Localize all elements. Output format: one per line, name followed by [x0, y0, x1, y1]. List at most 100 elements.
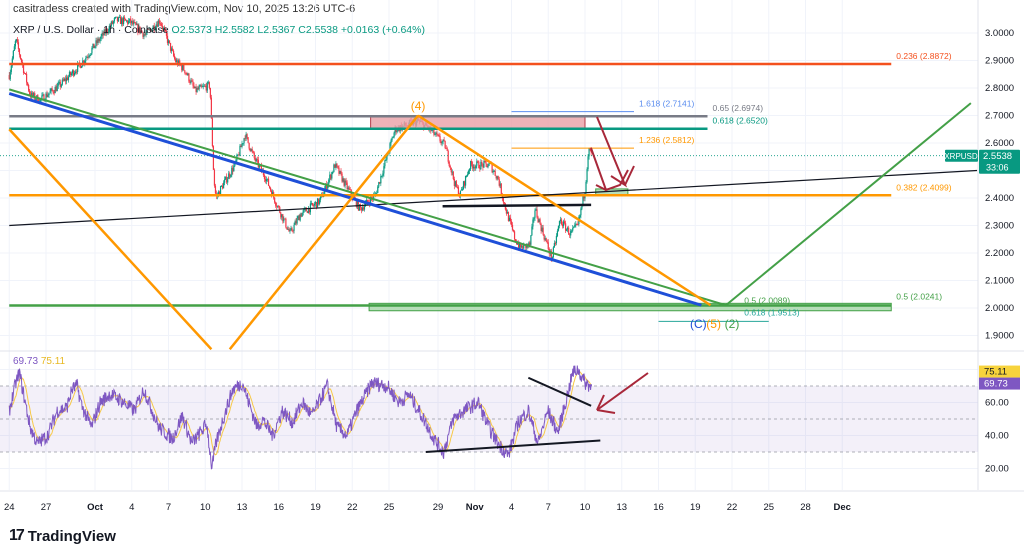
candle-body [202, 86, 204, 87]
candle-body [331, 172, 333, 179]
candle-body [377, 186, 379, 193]
candle-body [455, 181, 457, 187]
candle-body [533, 217, 535, 220]
price-change: +0.0163 (+0.64%) [340, 24, 425, 36]
candle-body [27, 82, 29, 85]
candle-body [576, 223, 578, 225]
candle-body [131, 20, 133, 24]
candle-body [220, 185, 223, 187]
fib-level-label: 0.236 (2.8872) [896, 51, 951, 61]
time-axis-label: 4 [509, 502, 514, 513]
candle-body [88, 56, 90, 57]
candle-body [17, 42, 20, 50]
candle-body [555, 235, 558, 244]
candle-body [563, 221, 566, 224]
candle-body [295, 221, 297, 224]
time-axis-label: 13 [616, 502, 627, 513]
candle-body [269, 187, 272, 191]
candle-body [207, 82, 209, 84]
candle-body [341, 173, 343, 182]
candle-body [86, 56, 88, 59]
candle-body [464, 175, 467, 186]
candle-body [391, 138, 393, 141]
candle-body [239, 145, 241, 156]
candle-body [585, 181, 587, 193]
price-axis-label: 2.7000 [985, 111, 1014, 122]
candle-body [126, 20, 128, 22]
candle-body [380, 176, 382, 184]
candle-body [61, 79, 63, 85]
candle-body [124, 17, 126, 20]
orange-leg-up [228, 114, 420, 350]
candle-body [98, 38, 100, 42]
tradingview-logo: 17 TradingView [9, 527, 116, 545]
candle-body [460, 189, 463, 191]
candle-body [487, 165, 489, 168]
candle-body [204, 85, 206, 87]
candle-body [532, 219, 534, 227]
candle-body [582, 196, 584, 205]
candle-body [196, 88, 198, 92]
candle-body [465, 175, 468, 177]
chart-canvas[interactable]: 0.236 (2.8872) 0.65 (2.6974) 0.618 (2.6520… [0, 0, 1024, 520]
candle-body [278, 205, 280, 208]
candle-body [58, 81, 60, 84]
candle-body [227, 178, 229, 183]
candle-body [431, 130, 433, 132]
candle-body [546, 241, 548, 243]
candle-body [574, 224, 576, 227]
fib-level-label: 0.618 (1.9513) [744, 307, 799, 317]
candle-body [498, 179, 500, 186]
candle-body [491, 164, 493, 173]
candle-body [385, 159, 387, 161]
candle-body [579, 215, 581, 218]
candle-body [70, 73, 73, 76]
candle-body [448, 161, 450, 167]
candle-body [242, 143, 244, 144]
candle-body [188, 73, 190, 82]
candle-body [91, 47, 93, 54]
candle-body [118, 16, 121, 18]
candle-body [246, 134, 248, 138]
candle-body [187, 73, 189, 76]
fib-level-label: 1.618 (2.7141) [639, 99, 694, 109]
main-pane [0, 14, 978, 350]
candle-body [252, 151, 254, 153]
candle-body [452, 171, 454, 180]
candle-body [535, 209, 537, 211]
candle-body [289, 230, 291, 232]
candle-body [375, 193, 377, 195]
candle-body [48, 93, 50, 96]
candle-body [493, 170, 495, 172]
symbol-name[interactable]: XRP / U.S. Dollar · 1h · Coinbase [13, 24, 169, 36]
candle-body [249, 148, 251, 151]
candle-body [495, 175, 497, 179]
candle-body [65, 77, 68, 82]
candle-body [171, 48, 174, 51]
candle-body [298, 216, 300, 221]
fib-level-label: 0.618 (2.6520) [713, 116, 768, 126]
candle-body [314, 202, 317, 204]
candle-body [529, 242, 531, 245]
candle-body [200, 85, 202, 87]
candle-body [554, 242, 556, 244]
candle-body [571, 230, 573, 232]
candle-body [94, 45, 96, 48]
candle-body [461, 189, 464, 190]
candle-body [462, 181, 465, 190]
candle-body [522, 245, 524, 249]
candle-body [284, 218, 286, 220]
candle-body [256, 159, 258, 160]
rsi-ma-badge-value: 75.11 [984, 367, 1007, 378]
candle-body [496, 176, 498, 179]
candle-body [473, 166, 475, 169]
candle-body [191, 80, 193, 82]
candle-body [87, 56, 89, 58]
candle-body [478, 161, 480, 169]
candle-body [468, 170, 470, 175]
candle-body [485, 161, 487, 164]
candle-body [255, 159, 257, 162]
time-axis-label: 22 [347, 502, 358, 513]
candle-body [253, 152, 255, 158]
candle-body [72, 70, 75, 76]
